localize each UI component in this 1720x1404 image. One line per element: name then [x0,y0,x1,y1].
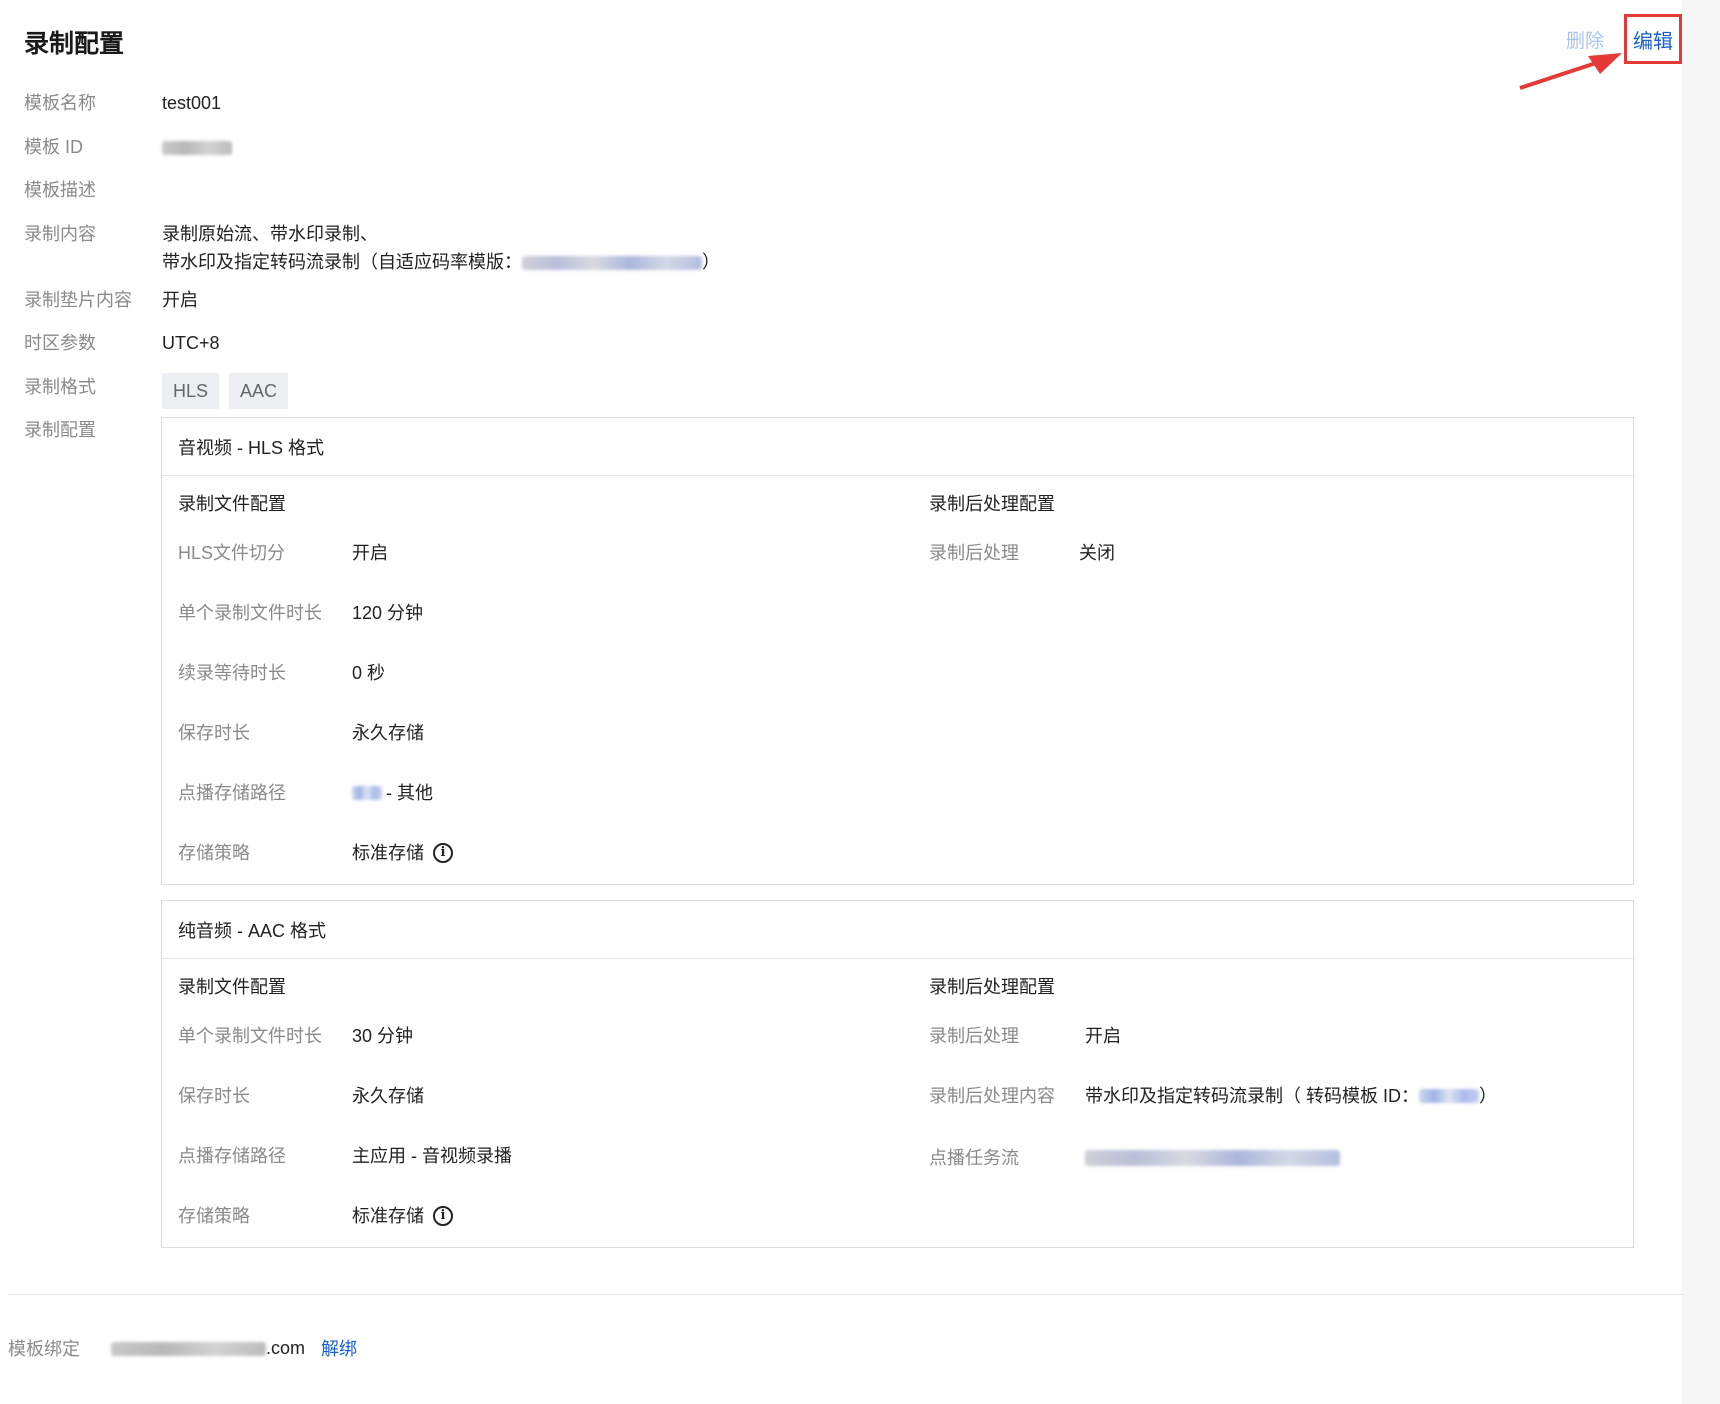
record-config-row: 录制配置 [24,416,162,444]
record-config-label: 录制配置 [24,420,96,440]
aac-vod-path-link[interactable]: 主应用 - 音视频录播 [352,1143,512,1169]
scrollbar[interactable] [1682,0,1720,1404]
template-binding-label: 模板绑定 [8,1339,80,1359]
template-binding-row: 模板绑定 .com 解绑 [8,1334,357,1362]
record-format-row: 录制格式 HLS AAC [24,373,298,409]
format-tag-hls: HLS [162,373,220,409]
pad-content-label: 录制垫片内容 [24,290,132,310]
template-desc-label: 模板描述 [24,180,96,200]
aac-section-title: 纯音频 - AAC 格式 [162,901,1633,959]
pad-content-value: 开启 [162,290,198,310]
hls-post-config-title: 录制后处理配置 [929,494,1055,514]
record-content-line1: 录制原始流、带水印录制、 [162,224,378,244]
page-title: 录制配置 [24,30,125,58]
format-tag-aac: AAC [229,373,289,409]
hls-field-resume-wait: 续录等待时长 0 秒 [178,663,386,683]
record-format-label: 录制格式 [24,377,96,397]
record-content-value: 录制原始流、带水印录制、 带水印及指定转码流录制（自适应码率模版：） [162,220,720,276]
unbind-link[interactable]: 解绑 [321,1335,357,1361]
section-divider [8,1294,1685,1295]
timezone-value: UTC+8 [162,333,220,353]
aac-config-card: 纯音频 - AAC 格式 录制文件配置 录制后处理配置 单个录制文件时长 30 … [161,900,1634,1248]
hls-file-config-title: 录制文件配置 [178,494,286,514]
aac-post-process-content: 录制后处理内容 带水印及指定转码流录制（ 转码模板 ID：） [929,1086,1498,1106]
red-arrow-annotation [1519,53,1622,90]
template-name-value: test001 [162,93,222,113]
hls-field-storage-policy: 存储策略 标准存储 i [178,840,453,866]
edit-button-label: 编辑 [1633,30,1673,53]
template-id-label: 模板 ID [24,137,84,157]
aac-field-vod-path: 点播存储路径 主应用 - 音视频录播 [178,1143,512,1169]
hls-field-vod-path: 点播存储路径 - 其他 [178,780,433,806]
record-content-line2: 带水印及指定转码流录制（自适应码率模版：） [162,252,720,272]
record-content-label: 录制内容 [24,224,96,244]
hls-field-split: HLS文件切分 开启 [178,543,388,563]
aac-file-config-title: 录制文件配置 [178,977,286,997]
record-format-tags: HLS AAC [162,373,298,409]
aac-post-config-title: 录制后处理配置 [929,977,1055,997]
template-id-row: 模板 ID [24,133,232,161]
hls-field-retention: 保存时长 永久存储 [178,723,424,743]
vod-task-flow-value[interactable] [1085,1145,1340,1171]
template-desc-row: 模板描述 [24,176,162,204]
aac-field-duration: 单个录制文件时长 30 分钟 [178,1026,414,1046]
template-id-value [162,133,232,161]
aac-post-process: 录制后处理 开启 [929,1026,1121,1046]
delete-button[interactable]: 删除 [1566,26,1604,53]
record-content-row: 录制内容 录制原始流、带水印录制、 带水印及指定转码流录制（自适应码率模版：） [24,220,720,276]
template-name-label: 模板名称 [24,93,96,113]
pad-content-row: 录制垫片内容 开启 [24,286,198,314]
info-icon[interactable]: i [433,843,453,863]
hls-vod-path-link[interactable]: - 其他 [352,780,433,806]
hls-field-duration: 单个录制文件时长 120 分钟 [178,603,424,623]
template-name-row: 模板名称 test001 [24,89,221,117]
timezone-label: 时区参数 [24,333,96,353]
aac-vod-task-flow: 点播任务流 [929,1145,1340,1171]
hls-post-process: 录制后处理 关闭 [929,543,1115,563]
hls-config-card: 音视频 - HLS 格式 录制文件配置 录制后处理配置 HLS文件切分 开启 单… [161,417,1634,885]
template-binding-domain: .com [111,1334,305,1362]
hls-section-title: 音视频 - HLS 格式 [162,418,1633,476]
info-icon[interactable]: i [433,1206,453,1226]
timezone-row: 时区参数 UTC+8 [24,329,220,357]
aac-field-storage-policy: 存储策略 标准存储 i [178,1203,453,1229]
aac-field-retention: 保存时长 永久存储 [178,1086,424,1106]
edit-button[interactable]: 编辑 [1624,14,1682,64]
